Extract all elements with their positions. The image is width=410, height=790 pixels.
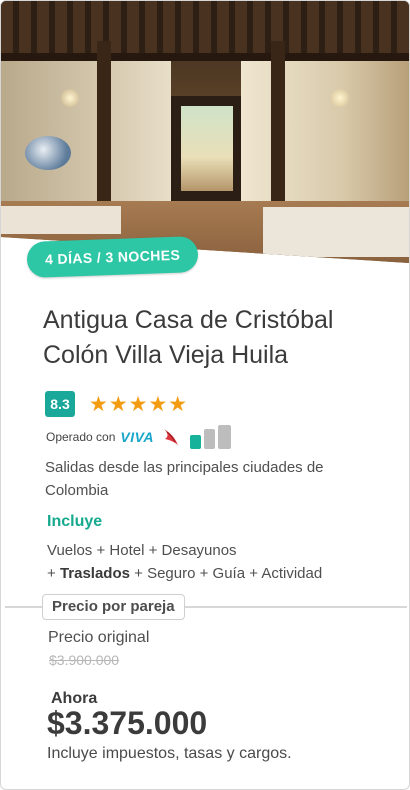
- includes-list: Vuelos + Hotel + Desayunos + Traslados +…: [47, 539, 397, 585]
- ceramic-pot: [25, 136, 71, 170]
- right-wall: [241, 61, 409, 221]
- includes-plus: +: [47, 565, 60, 582]
- airline-logo: VIVA: [120, 429, 155, 445]
- white-ledge: [1, 206, 121, 234]
- rating-row: 8.3 ★★★★★: [45, 391, 188, 417]
- duration-badge: 4 DÍAS / 3 NOCHES: [26, 236, 199, 278]
- includes-transfers: Traslados: [59, 565, 130, 582]
- ceiling-lintel: [1, 53, 409, 61]
- current-price[interactable]: $3.375.000: [47, 705, 207, 742]
- operated-by: Operado con VIVA: [46, 425, 232, 449]
- departures-text: Salidas desde las principales ciudades d…: [45, 459, 324, 499]
- price-per-couple-pill: Precio por pareja: [42, 594, 185, 620]
- includes-line-1: Vuelos + Hotel + Desayunos: [47, 542, 237, 559]
- star-rating: ★★★★★: [89, 392, 189, 416]
- ceiling-beams: [1, 1, 409, 59]
- package-title[interactable]: Antigua Casa de Cristóbal Colón Villa Vi…: [43, 303, 405, 373]
- operated-label: Operado con: [46, 430, 116, 444]
- taxes-note: Incluye impuestos, tasas y cargos.: [47, 745, 292, 762]
- viva-air-bird-icon: [164, 429, 179, 445]
- personal-bag-icon: [190, 435, 202, 449]
- wall-lamp: [61, 89, 79, 107]
- rating-score: 8.3: [45, 391, 75, 417]
- baggage-icons: [190, 425, 232, 449]
- package-card[interactable]: LaCasa 4 DÍAS / 3 NOCHES Antigua Casa de…: [0, 0, 410, 790]
- original-price-value: $3.900.000: [49, 652, 120, 668]
- white-ledge: [263, 207, 409, 257]
- includes-line-2: + Traslados + Seguro + Guía + Actividad: [47, 562, 397, 585]
- includes-heading: Incluye: [47, 513, 103, 530]
- photo-watermark: LaCasa: [369, 263, 403, 273]
- carry-on-icon: [204, 429, 216, 449]
- original-price-label: Precio original: [48, 629, 150, 646]
- doorway-courtyard: [181, 106, 233, 191]
- left-wall: [1, 61, 171, 211]
- wall-lamp: [331, 89, 349, 107]
- includes-rest: + Seguro + Guía + Actividad: [129, 565, 323, 582]
- checked-suitcase-icon: [218, 425, 232, 449]
